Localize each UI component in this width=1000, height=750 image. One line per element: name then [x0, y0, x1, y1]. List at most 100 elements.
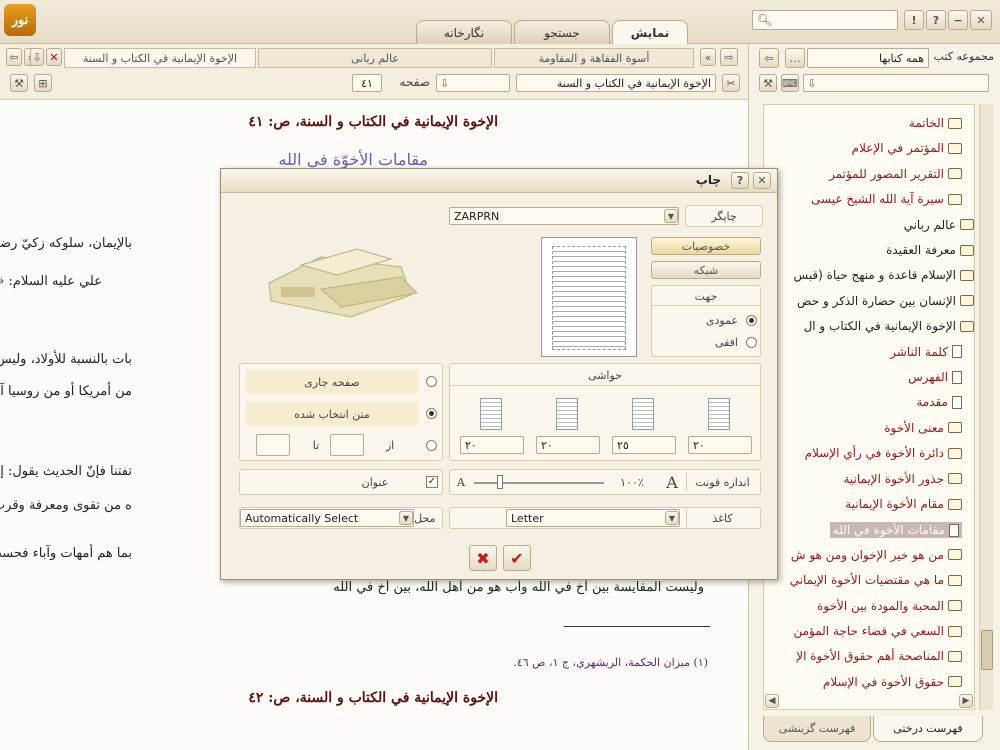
tree-item[interactable]: الخاتمة	[909, 116, 962, 130]
tree-item[interactable]: مقامات الأخوة في الله	[829, 522, 962, 539]
book-title-field[interactable]: الإخوة الإيمانية في الكتاب و السنة	[516, 74, 716, 92]
page-heading: الإخوة الإيمانية في الكتاب و السنة، ص: ٤…	[248, 114, 498, 130]
range-selected-radio[interactable]	[426, 408, 437, 419]
paper-source-panel: محل کاغذ Automatically Select▼	[239, 507, 443, 529]
close-button[interactable]: ✕	[970, 10, 992, 30]
nav-back-icon[interactable]: ⇦	[6, 48, 22, 66]
tree-scrollbar[interactable]	[979, 104, 993, 710]
tree-item[interactable]: من هو خير الإخوان ومن هو ش	[791, 548, 962, 562]
margin-right-input[interactable]: ٢٠	[688, 436, 752, 454]
printer-label-box: چاپگر	[685, 205, 763, 227]
book-icon	[948, 447, 962, 459]
tab-view[interactable]: نمایش	[612, 20, 688, 45]
margin-top-input[interactable]: ٢٥	[612, 436, 676, 454]
doc-tab-active[interactable]: الإخوة الإيمانية في الكتاب و السنة	[64, 48, 256, 68]
ok-button[interactable]: ✔	[503, 545, 531, 571]
book-icon	[948, 422, 962, 434]
tree-item[interactable]: الإخوة الإيمانية في الكتاب و ال	[804, 319, 974, 333]
tree-item-label: الإخوة الإيمانية في الكتاب و ال	[803, 319, 956, 334]
tab-search[interactable]: جستجو	[514, 20, 610, 44]
properties-button[interactable]: خصوصیات	[651, 237, 761, 255]
portrait-radio[interactable]	[746, 315, 757, 326]
range-current-radio[interactable]	[426, 376, 437, 387]
margin-left-input[interactable]: ٢٠	[460, 436, 524, 454]
global-search-input[interactable]: 🔍︎	[752, 10, 898, 30]
page-number-input[interactable]: ٤١	[352, 74, 382, 92]
nav-forward-icon[interactable]: ⇨	[720, 48, 738, 66]
tree-item[interactable]: مقدمة	[916, 395, 962, 409]
close-tab-icon[interactable]: ✕	[46, 48, 62, 66]
orientation-label: جهت	[652, 288, 760, 306]
tree-item[interactable]: كلمة الناشر	[890, 345, 962, 359]
tab-gallery[interactable]: نگارخانه	[416, 20, 512, 44]
printer-select[interactable]: ZARPRN ▼	[449, 207, 679, 225]
font-size-slider-thumb[interactable]	[497, 475, 503, 489]
tree-item[interactable]: دائرة الأخوة في رأي الإسلام	[805, 446, 962, 460]
doc-tab-2[interactable]: عالم ربانی	[258, 48, 492, 68]
minimize-button[interactable]: −	[948, 10, 968, 30]
book-icon	[948, 473, 962, 485]
tree-item[interactable]: معرفة العقيدة	[886, 243, 974, 257]
scroll-right-icon[interactable]: ▶	[959, 694, 973, 708]
tree-item[interactable]: مقام الأخوة الإيمانية	[845, 497, 962, 511]
margins-panel: حواشی ٢٠ ٢٠ ٢٥ ٢٠	[449, 363, 761, 461]
font-small-icon: A	[457, 475, 465, 489]
keyboard-icon[interactable]: ⌨	[781, 74, 799, 92]
tree-item[interactable]: عالم رباني	[904, 218, 974, 232]
tree-item[interactable]: جذور الأخوة الإيمانية	[843, 472, 962, 486]
title-checkbox[interactable]: ✓	[426, 476, 438, 488]
tree-item[interactable]: التقرير المصور للمؤتمر	[829, 167, 962, 181]
tab-dropdown-icon[interactable]: ⇩	[30, 48, 44, 66]
paper-panel: کاغذ Letter ▼	[449, 507, 761, 529]
range-pages-radio[interactable]	[426, 440, 437, 451]
tree-item[interactable]: المحبة والمودة بين الأخوة	[817, 599, 962, 613]
print-dialog: چاپ ? ✕ چاپگر ZARPRN ▼ خصوصیات شبکه جهت ع…	[220, 168, 778, 580]
margin-bottom-input[interactable]: ٢٠	[536, 436, 600, 454]
range-current-label: صفحه جاری	[304, 375, 360, 389]
paper-source-select[interactable]: Automatically Select ▼	[240, 509, 414, 527]
tree-item[interactable]: الفهرس	[908, 370, 962, 384]
tab-selective-index[interactable]: فهرست گزینشی	[763, 716, 871, 742]
eraser-icon[interactable]: ✂	[722, 74, 740, 92]
tab-tree-index[interactable]: فهرست درختی	[873, 716, 983, 742]
tree-item[interactable]: السعي في قضاء حاجة المؤمن	[793, 624, 962, 638]
page-jump-field[interactable]: ⇩	[436, 74, 510, 92]
dialog-close-button[interactable]: ✕	[753, 172, 771, 189]
about-button[interactable]: !	[904, 10, 924, 30]
scroll-thumb[interactable]	[981, 630, 993, 670]
more-button[interactable]: …	[785, 48, 805, 68]
range-from-input[interactable]	[330, 434, 364, 456]
tools-icon[interactable]: ⚒	[759, 74, 777, 92]
tab-scroll-left-icon[interactable]: «	[700, 48, 716, 66]
font-size-value: ١٠٠٪	[620, 475, 644, 489]
cancel-button[interactable]: ✖	[469, 545, 497, 571]
paper-label: کاغذ	[686, 509, 758, 527]
help-button[interactable]: ?	[926, 10, 946, 30]
font-size-slider-track[interactable]	[474, 482, 604, 484]
tree-item[interactable]: ما هي مقتضيات الأخوة الإيماني	[790, 573, 962, 587]
tree-item[interactable]: المناصحة أهم حقوق الأخوة الإ	[796, 649, 962, 663]
tree-item[interactable]: المؤتمر في الإعلام	[852, 141, 962, 155]
book-icon	[960, 219, 974, 231]
book-icon	[948, 676, 962, 688]
doc-tab-3[interactable]: أسوة الفقاهة و المقاومة	[494, 48, 694, 68]
scroll-left-icon[interactable]: ◀	[765, 694, 779, 708]
tree-item[interactable]: معنى الأخوة	[884, 421, 962, 435]
tool-b-icon[interactable]: ⊞	[34, 74, 52, 92]
back-arrow-icon[interactable]: ⇦	[759, 48, 779, 68]
tree-item[interactable]: سيرة آية الله الشيخ عيسى	[811, 192, 962, 206]
tree-item[interactable]: الإنسان بين حضارة الذكر و حض	[797, 294, 974, 308]
dialog-help-button[interactable]: ?	[731, 172, 749, 189]
book-icon	[948, 574, 962, 586]
collection-value: همه کتابها	[879, 51, 924, 65]
collection-select[interactable]: همه کتابها	[807, 48, 929, 68]
tree-item[interactable]: الإسلام قاعدة و منهج حياة (قبس	[794, 268, 974, 282]
landscape-radio[interactable]	[746, 337, 757, 348]
tool-a-icon[interactable]: ⚒	[10, 74, 28, 92]
arrow-down-icon: ⇩	[807, 76, 817, 90]
tree-item[interactable]: حقوق الأخوة في الإسلام	[823, 675, 962, 689]
paper-select[interactable]: Letter ▼	[506, 509, 680, 527]
tree-search-input[interactable]: ⇩	[803, 74, 989, 92]
range-to-input[interactable]	[256, 434, 290, 456]
network-button[interactable]: شبکه	[651, 261, 761, 279]
